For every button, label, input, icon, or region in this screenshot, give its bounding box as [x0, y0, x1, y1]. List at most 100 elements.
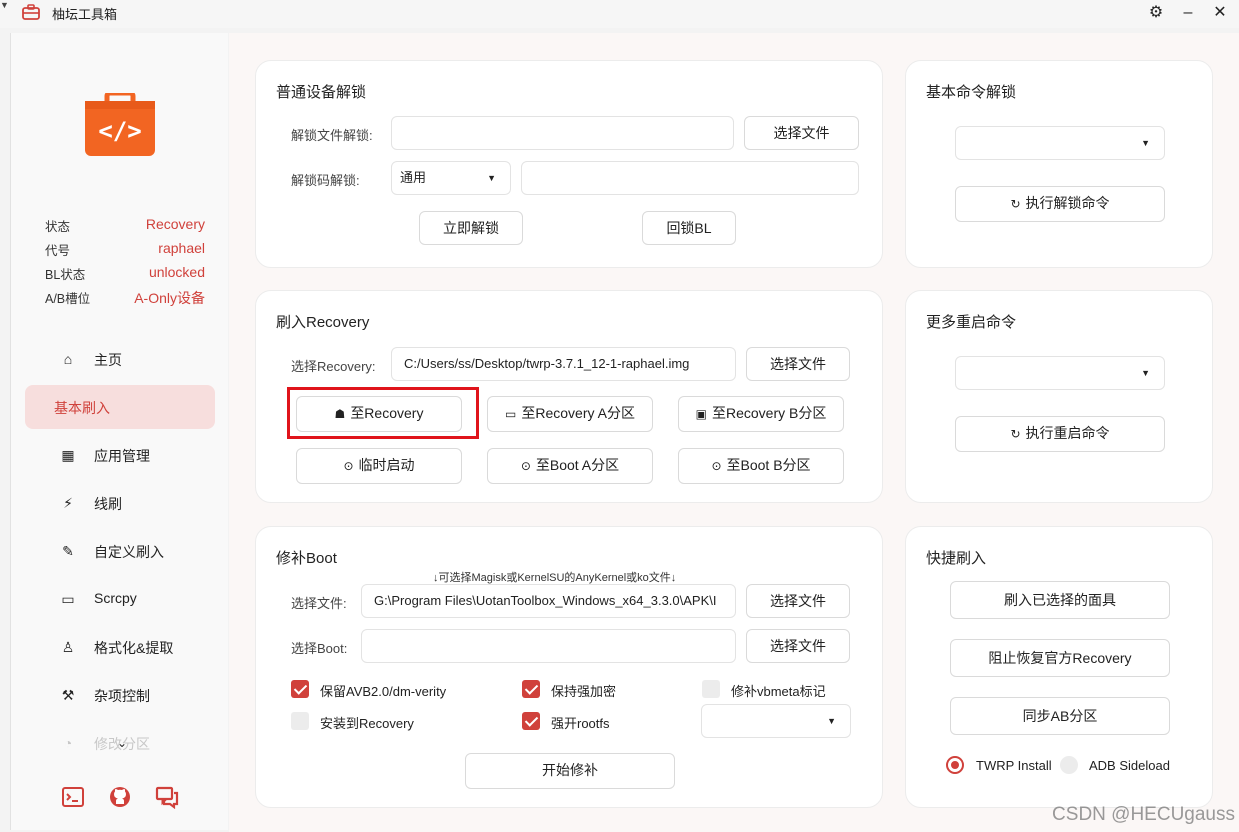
- unlock-now-button[interactable]: 立即解锁: [419, 211, 523, 245]
- unlock-file-field[interactable]: [391, 116, 734, 150]
- checkbox-label: 修补vbmeta标记: [731, 684, 826, 699]
- card-title: 更多重启命令: [926, 314, 1017, 331]
- monitor-icon: ▣: [695, 407, 707, 421]
- patch-vbmeta-checkbox[interactable]: [702, 680, 720, 698]
- sidebar-item-misc-control[interactable]: ⚒ 杂项控制: [25, 673, 215, 717]
- twrp-install-radio[interactable]: [946, 756, 964, 774]
- toolbox-icon: [22, 4, 40, 20]
- reboot-cmd-card: 更多重启命令 ▼ ↻ 执行重启命令: [905, 290, 1213, 503]
- choose-recovery-button[interactable]: 选择文件: [746, 347, 850, 381]
- nav-label: 自定义刷入: [94, 544, 164, 560]
- sidebar-item-app-manager[interactable]: ▦ 应用管理: [25, 433, 215, 477]
- caret-down-icon: ▼: [827, 716, 836, 726]
- caret-down-icon: ▼: [487, 173, 496, 183]
- info-value: unlocked: [148, 264, 205, 280]
- button-label: 至Boot B分区: [726, 457, 811, 473]
- recovery-path-field[interactable]: C:/Users/ss/Desktop/twrp-3.7.1_12-1-raph…: [391, 347, 736, 381]
- to-boot-b-button[interactable]: ⊙ 至Boot B分区: [678, 448, 844, 484]
- patch-boot-field[interactable]: [361, 629, 736, 663]
- keep-encryption-checkbox[interactable]: [522, 680, 540, 698]
- info-value: Recovery: [145, 216, 205, 232]
- to-recovery-button[interactable]: ☗ 至Recovery: [296, 396, 462, 432]
- boot-icon: ⊙: [520, 459, 531, 473]
- start-patch-button[interactable]: 开始修补: [465, 753, 675, 789]
- block-official-recovery-button[interactable]: 阻止恢复官方Recovery: [950, 639, 1170, 677]
- radio-label: TWRP Install: [976, 758, 1052, 773]
- card-title: 刷入Recovery: [276, 314, 370, 331]
- sync-ab-button[interactable]: 同步AB分区: [950, 697, 1170, 735]
- user-box-icon: ♙: [61, 639, 75, 655]
- sidebar-item-basic-flash[interactable]: 基本刷入: [25, 385, 215, 429]
- home-icon: ⌂: [63, 351, 73, 367]
- nav-label: 应用管理: [94, 448, 150, 464]
- nav-label: Scrcpy: [94, 590, 137, 606]
- unlock-code-label: 解锁码解锁:: [291, 173, 360, 188]
- terminal-icon[interactable]: [61, 785, 85, 809]
- card-title: 修补Boot: [276, 550, 337, 567]
- monitor-icon: ▭: [505, 407, 517, 421]
- to-boot-a-button[interactable]: ⊙ 至Boot A分区: [487, 448, 653, 484]
- patch-file-field[interactable]: G:\Program Files\UotanToolbox_Windows_x6…: [361, 584, 736, 618]
- reboot-cmd-select[interactable]: ▼: [955, 356, 1165, 390]
- choose-patch-file-button[interactable]: 选择文件: [746, 584, 850, 618]
- to-recovery-b-button[interactable]: ▣ 至Recovery B分区: [678, 396, 844, 432]
- button-label: 执行解锁命令: [1025, 195, 1110, 211]
- refresh-icon: ↻: [1010, 197, 1021, 211]
- screen-icon: ▭: [61, 591, 75, 607]
- info-key: 状态: [45, 220, 71, 234]
- chat-icon[interactable]: [155, 785, 179, 809]
- flash-icon: ⚡: [63, 495, 73, 511]
- pie-icon: ◔: [63, 735, 73, 751]
- card-title: 快捷刷入: [926, 550, 987, 567]
- install-to-recovery-checkbox[interactable]: [291, 712, 309, 730]
- recovery-select-label: 选择Recovery:: [291, 359, 376, 374]
- sidebar-item-custom-flash[interactable]: ✎ 自定义刷入: [25, 529, 215, 573]
- checkbox-label: 强开rootfs: [551, 716, 610, 731]
- info-key: 代号: [45, 244, 71, 258]
- quick-flash-card: 快捷刷入 刷入已选择的面具 阻止恢复官方Recovery 同步AB分区 TWRP…: [905, 526, 1213, 808]
- card-title: 普通设备解锁: [276, 84, 367, 101]
- close-icon[interactable]: ✕: [1208, 2, 1232, 24]
- temp-boot-button[interactable]: ⊙ 临时启动: [296, 448, 462, 484]
- run-reboot-cmd-button[interactable]: ↻ 执行重启命令: [955, 416, 1165, 452]
- patch-file-label: 选择文件:: [291, 596, 347, 611]
- select-value: 通用: [400, 170, 427, 185]
- gear-icon[interactable]: ⚙: [1144, 2, 1168, 24]
- to-recovery-a-button[interactable]: ▭ 至Recovery A分区: [487, 396, 653, 432]
- adb-sideload-radio[interactable]: [1060, 756, 1078, 774]
- watermark: CSDN @HECUgauss: [1052, 804, 1235, 825]
- window-title: 柚坛工具箱: [52, 7, 118, 22]
- choose-file-button[interactable]: 选择文件: [744, 116, 859, 150]
- sidebar-item-format-extract[interactable]: ♙ 格式化&提取: [25, 625, 215, 669]
- card-title: 基本命令解锁: [926, 84, 1017, 101]
- unlock-code-type-select[interactable]: 通用 ▼: [391, 161, 511, 195]
- flash-selected-mask-button[interactable]: 刷入已选择的面具: [950, 581, 1170, 619]
- sidebar-item-line-flash[interactable]: ⚡ 线刷: [25, 481, 215, 525]
- nav-label: 杂项控制: [94, 688, 150, 704]
- basic-cmd-card: 基本命令解锁 ▼ ↻ 执行解锁命令: [905, 60, 1213, 268]
- github-icon[interactable]: [108, 785, 132, 809]
- choose-boot-button[interactable]: 选择文件: [746, 629, 850, 663]
- checkbox-label: 保留AVB2.0/dm-verity: [320, 684, 447, 699]
- patch-extra-select[interactable]: ▼: [701, 704, 851, 738]
- unlock-code-field[interactable]: [521, 161, 859, 195]
- minimize-icon[interactable]: –: [1176, 2, 1200, 24]
- avb-checkbox[interactable]: [291, 680, 309, 698]
- android-icon: ☗: [334, 407, 346, 421]
- force-rootfs-checkbox[interactable]: [522, 712, 540, 730]
- sidebar-item-home[interactable]: ⌂ 主页: [25, 337, 215, 381]
- relock-bl-button[interactable]: 回锁BL: [642, 211, 736, 245]
- basic-cmd-select[interactable]: ▼: [955, 126, 1165, 160]
- info-key: BL状态: [45, 268, 86, 282]
- nav-label: 格式化&提取: [94, 640, 174, 656]
- checkbox-label: 保持强加密: [551, 684, 617, 699]
- info-value: raphael: [158, 240, 205, 256]
- chevron-down-icon[interactable]: ⌄: [117, 736, 127, 750]
- radio-label: ADB Sideload: [1089, 758, 1170, 773]
- unlock-card: 普通设备解锁 解锁文件解锁: 选择文件 解锁码解锁: 通用 ▼ 立即解锁 回锁B…: [255, 60, 883, 268]
- info-value: A-Only设备: [134, 290, 205, 306]
- button-label: 至Recovery: [350, 405, 424, 421]
- button-label: 执行重启命令: [1025, 425, 1110, 441]
- sidebar-item-scrcpy[interactable]: ▭ Scrcpy: [25, 577, 215, 621]
- run-unlock-cmd-button[interactable]: ↻ 执行解锁命令: [955, 186, 1165, 222]
